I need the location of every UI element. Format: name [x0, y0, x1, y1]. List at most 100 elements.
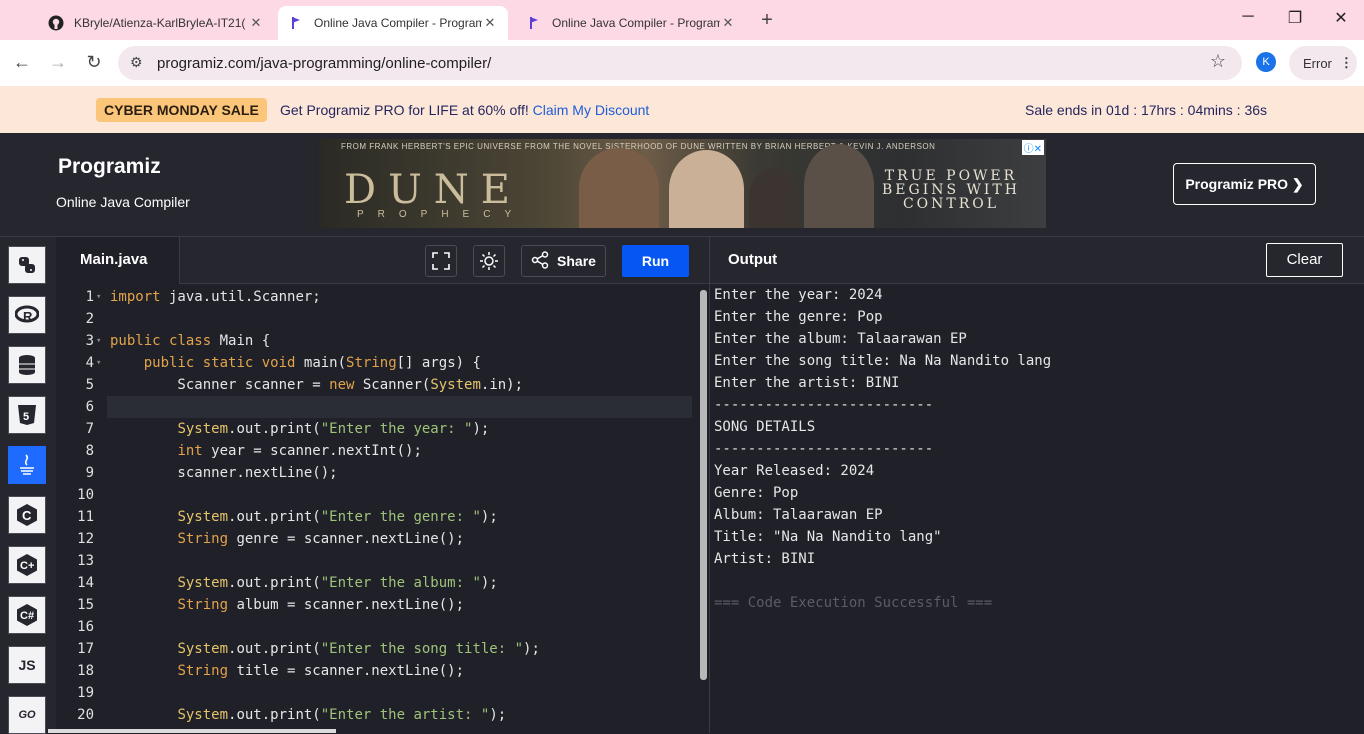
- fold-icon[interactable]: ▾: [96, 330, 101, 352]
- python-icon[interactable]: [8, 246, 46, 284]
- code-text: String genre = scanner.nextLine();: [177, 531, 465, 547]
- share-button[interactable]: Share: [521, 245, 606, 277]
- line-number: 18: [77, 663, 94, 679]
- editor-toolbar: Main.java Share Run: [56, 236, 709, 284]
- editor-scrollbar[interactable]: [700, 290, 707, 680]
- menu-dots-icon: ⋮: [1339, 55, 1353, 70]
- output-console[interactable]: Enter the year: 2024 Enter the genre: Pop…: [710, 284, 1364, 733]
- error-button[interactable]: Error ⋮: [1289, 46, 1357, 80]
- output-line: Enter the artist: BINI: [714, 375, 900, 391]
- github-icon: [48, 15, 64, 31]
- tab-compiler-1[interactable]: Online Java Compiler - Program ✕: [278, 6, 508, 40]
- output-line: --------------------------: [714, 441, 934, 457]
- code-line[interactable]: 12 String genre = scanner.nextLine();: [56, 528, 692, 550]
- output-line: Enter the album: Talaarawan EP: [714, 331, 967, 347]
- forward-icon[interactable]: →: [47, 52, 69, 73]
- close-tab-icon[interactable]: ✕: [248, 15, 264, 31]
- svg-text:C+: C+: [20, 560, 34, 572]
- tab-github[interactable]: KBryle/Atienza-KarlBryleA-IT21( ✕: [38, 6, 274, 40]
- html5-icon[interactable]: 5: [8, 396, 46, 434]
- output-toolbar: Output Clear: [710, 236, 1364, 284]
- programiz-icon: [288, 15, 304, 31]
- profile-avatar[interactable]: K: [1256, 52, 1276, 72]
- share-label: Share: [557, 253, 596, 269]
- code-line[interactable]: 15 String album = scanner.nextLine();: [56, 594, 692, 616]
- code-text: String album = scanner.nextLine();: [177, 597, 465, 613]
- run-button[interactable]: Run: [622, 245, 689, 277]
- tab-strip: KBryle/Atienza-KarlBryleA-IT21( ✕ Online…: [0, 0, 1364, 40]
- code-line[interactable]: 11 System.out.print("Enter the genre: ")…: [56, 506, 692, 528]
- code-line[interactable]: 13: [56, 550, 692, 572]
- ad-tagline: TRUE POWER BEGINS WITH CONTROL: [882, 168, 1020, 212]
- line-number: 4: [85, 355, 94, 371]
- output-line: SONG DETAILS: [714, 419, 816, 435]
- tab-title: Online Java Compiler - Program: [552, 16, 720, 30]
- theme-toggle-icon[interactable]: [473, 245, 505, 277]
- csharp-icon[interactable]: C#: [8, 596, 46, 634]
- tab-title: KBryle/Atienza-KarlBryleA-IT21(: [74, 16, 246, 30]
- line-number: 10: [77, 487, 94, 503]
- close-window-icon[interactable]: ✕: [1331, 8, 1351, 28]
- ad-image: [669, 150, 744, 228]
- line-number: 1: [85, 289, 94, 305]
- code-line[interactable]: 16: [56, 616, 692, 638]
- close-tab-icon[interactable]: ✕: [720, 15, 736, 31]
- fold-icon[interactable]: ▾: [96, 352, 101, 374]
- ad-close-icon[interactable]: ⓘ✕: [1021, 140, 1044, 155]
- reload-icon[interactable]: ↻: [83, 52, 105, 73]
- new-tab-button[interactable]: +: [757, 9, 777, 32]
- code-text: System.out.print("Enter the album: ");: [177, 575, 498, 591]
- code-line[interactable]: 17 System.out.print("Enter the song titl…: [56, 638, 692, 660]
- code-line[interactable]: 6: [56, 396, 692, 418]
- c-icon[interactable]: C: [8, 496, 46, 534]
- line-number: 16: [77, 619, 94, 635]
- code-line[interactable]: 8 int year = scanner.nextInt();: [56, 440, 692, 462]
- output-line: Enter the song title: Na Na Nandito lang: [714, 353, 1052, 369]
- sale-banner: CYBER MONDAY SALE Get Programiz PRO for …: [0, 86, 1364, 133]
- file-tab[interactable]: Main.java: [56, 237, 180, 284]
- code-text: System.out.print("Enter the artist: ");: [177, 707, 507, 723]
- fold-icon[interactable]: ▾: [96, 286, 101, 308]
- database-icon[interactable]: [8, 346, 46, 384]
- r-icon[interactable]: R: [8, 296, 46, 334]
- tab-compiler-2[interactable]: Online Java Compiler - Program ✕: [516, 6, 746, 40]
- claim-discount-link[interactable]: Claim My Discount: [533, 102, 650, 118]
- code-line[interactable]: 18 String title = scanner.nextLine();: [56, 660, 692, 682]
- cpp-icon[interactable]: C+: [8, 546, 46, 584]
- code-line[interactable]: 20 System.out.print("Enter the artist: "…: [56, 704, 692, 726]
- output-line: Artist: BINI: [714, 551, 816, 567]
- code-line[interactable]: 2: [56, 308, 692, 330]
- code-line[interactable]: 19: [56, 682, 692, 704]
- close-tab-icon[interactable]: ✕: [482, 15, 498, 31]
- java-icon[interactable]: [8, 446, 46, 484]
- bookmark-star-icon[interactable]: ☆: [1210, 51, 1226, 72]
- ad-banner[interactable]: FROM FRANK HERBERT'S EPIC UNIVERSE FROM …: [319, 139, 1046, 228]
- code-line[interactable]: 14 System.out.print("Enter the album: ")…: [56, 572, 692, 594]
- javascript-icon[interactable]: JS: [8, 646, 46, 684]
- horizontal-scrollbar[interactable]: [48, 729, 336, 733]
- code-line[interactable]: 1 ▾ import java.util.Scanner;: [56, 286, 692, 308]
- back-icon[interactable]: ←: [11, 52, 33, 73]
- code-line[interactable]: 5 Scanner scanner = new Scanner(System.i…: [56, 374, 692, 396]
- go-icon[interactable]: GO: [8, 696, 46, 734]
- code-line[interactable]: 4 ▾ public static void main(String[] args…: [56, 352, 692, 374]
- clear-button[interactable]: Clear: [1266, 243, 1343, 277]
- execution-status: === Code Execution Successful ===: [714, 595, 993, 611]
- code-line[interactable]: 7 System.out.print("Enter the year: ");: [56, 418, 692, 440]
- ad-image: [804, 144, 874, 228]
- code-line[interactable]: 3 ▾ public class Main {: [56, 330, 692, 352]
- code-line[interactable]: 9 scanner.nextLine();: [56, 462, 692, 484]
- restore-icon[interactable]: ❐: [1285, 8, 1305, 28]
- sale-offer: Get Programiz PRO for LIFE at 60% off!: [280, 102, 529, 118]
- error-label: Error: [1303, 55, 1332, 71]
- fullscreen-icon[interactable]: [425, 245, 457, 277]
- minimize-icon[interactable]: ─: [1238, 8, 1258, 26]
- url-text[interactable]: programiz.com/java-programming/online-co…: [157, 55, 491, 72]
- code-line[interactable]: 10: [56, 484, 692, 506]
- code-editor[interactable]: 1 ▾ import java.util.Scanner; 2 3 ▾ public cla…: [56, 284, 709, 733]
- programiz-pro-button[interactable]: Programiz PRO ❯: [1173, 163, 1316, 205]
- code-text: System.out.print("Enter the genre: ");: [177, 509, 498, 525]
- programiz-logo[interactable]: Programiz: [58, 155, 161, 179]
- site-info-icon[interactable]: ⚙: [130, 54, 143, 71]
- address-bar[interactable]: ⚙ programiz.com/java-programming/online-…: [118, 46, 1242, 80]
